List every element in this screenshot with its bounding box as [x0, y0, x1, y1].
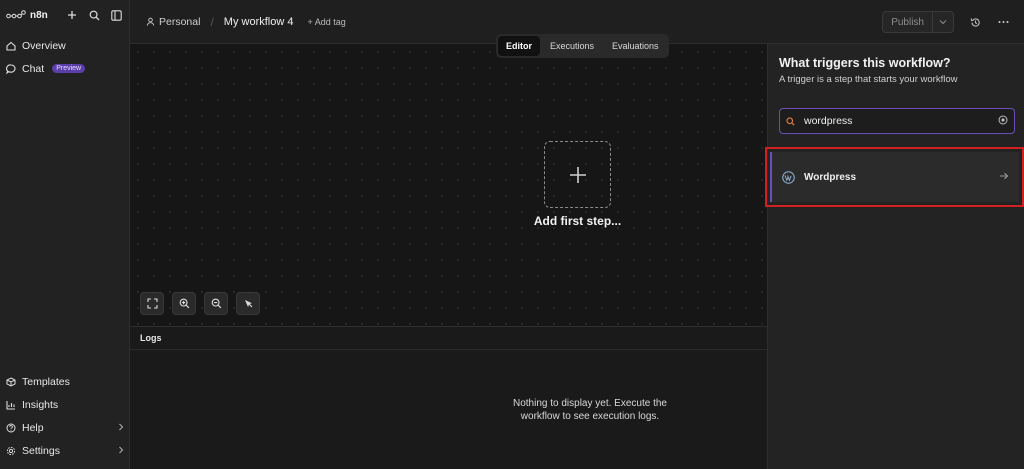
sidebar-item-label: Chat	[22, 62, 45, 75]
n8n-logo-icon	[6, 10, 26, 19]
sidebar-item-chat[interactable]: Chat Preview	[0, 57, 129, 80]
sidebar-header: n8n	[0, 0, 129, 30]
gear-icon	[6, 446, 16, 455]
home-icon	[6, 41, 16, 51]
result-label: Wordpress	[804, 171, 857, 183]
search-value: wordpress	[804, 115, 853, 127]
question-icon	[6, 423, 16, 432]
logs-panel: Logs Nothing to display yet. Execute the…	[130, 326, 767, 469]
breadcrumb-separator: /	[210, 14, 214, 29]
box-icon	[6, 376, 16, 387]
project-name: Personal	[159, 15, 201, 28]
plus-icon[interactable]	[65, 8, 79, 22]
arrow-right-icon	[999, 171, 1009, 183]
add-tag-button[interactable]: + Add tag	[307, 17, 345, 27]
more-options-icon[interactable]	[996, 15, 1010, 29]
publish-label: Publish	[891, 16, 924, 28]
sidebar-bottom: Templates Insights Help Settings	[0, 370, 130, 462]
panel-title: What triggers this workflow?	[779, 56, 951, 70]
panel-subtitle: A trigger is a step that starts your wor…	[779, 74, 958, 85]
tab-editor[interactable]: Editor	[498, 36, 540, 56]
sidebar: n8n Overview Chat Preview Templates Insi…	[0, 0, 130, 469]
search-icon[interactable]	[87, 8, 101, 22]
sidebar-item-settings[interactable]: Settings	[0, 439, 130, 462]
user-icon	[146, 17, 155, 26]
preview-badge: Preview	[52, 64, 86, 73]
clear-search-icon[interactable]	[998, 115, 1008, 128]
zoom-out-button[interactable]	[204, 292, 228, 315]
trigger-search-input[interactable]: wordpress	[779, 108, 1015, 134]
trigger-panel: What triggers this workflow? A trigger i…	[765, 44, 1024, 469]
wand-icon	[244, 300, 252, 308]
wordpress-icon	[782, 170, 795, 184]
result-highlight: Wordpress	[765, 147, 1024, 207]
chevron-right-icon	[118, 422, 124, 434]
sidebar-item-label: Help	[22, 421, 44, 434]
chevron-right-icon	[118, 445, 124, 457]
tab-executions[interactable]: Executions	[542, 36, 602, 56]
sidebar-toggle-icon[interactable]	[109, 8, 123, 22]
bar-chart-icon	[6, 400, 15, 410]
zoom-in-icon	[179, 298, 189, 309]
sidebar-item-insights[interactable]: Insights	[0, 393, 130, 416]
workflow-canvas[interactable]: Editor Executions Evaluations Add first …	[130, 34, 767, 326]
logo[interactable]: n8n	[6, 10, 48, 21]
publish-button[interactable]: Publish	[882, 11, 954, 33]
sidebar-item-overview[interactable]: Overview	[0, 34, 129, 57]
project-link[interactable]: Personal	[146, 16, 200, 28]
search-icon	[786, 116, 795, 126]
zoom-in-button[interactable]	[172, 292, 196, 315]
logs-title: Logs	[140, 333, 162, 343]
sidebar-item-help[interactable]: Help	[0, 416, 130, 439]
workflow-name[interactable]: My workflow 4	[224, 16, 294, 28]
fit-view-button[interactable]	[140, 292, 164, 315]
logs-header[interactable]: Logs	[130, 327, 767, 350]
add-first-step-button[interactable]	[544, 141, 611, 208]
view-tabs: Editor Executions Evaluations	[496, 34, 669, 58]
logs-empty-message: Nothing to display yet. Execute the work…	[490, 397, 690, 423]
trigger-result-item[interactable]: Wordpress	[770, 152, 1019, 202]
history-icon[interactable]	[968, 15, 982, 29]
logs-empty-line: workflow to see execution logs.	[520, 411, 660, 422]
zoom-out-icon	[211, 298, 221, 309]
header-actions: Publish	[882, 11, 1010, 33]
sidebar-item-label: Insights	[22, 398, 59, 411]
sidebar-item-templates[interactable]: Templates	[0, 370, 130, 393]
sidebar-item-label: Templates	[22, 375, 70, 388]
canvas-controls	[140, 292, 260, 315]
sidebar-item-label: Overview	[22, 39, 66, 52]
sidebar-item-label: Settings	[22, 444, 60, 457]
add-first-step-label: Add first step...	[533, 214, 622, 228]
breadcrumb: Personal / My workflow 4	[146, 15, 293, 29]
tidy-up-button[interactable]	[236, 292, 260, 315]
logs-empty-line: Nothing to display yet. Execute the	[513, 398, 667, 409]
plus-icon	[569, 166, 586, 183]
fullscreen-icon	[146, 298, 158, 309]
tab-evaluations[interactable]: Evaluations	[604, 36, 667, 56]
chevron-down-icon[interactable]	[932, 12, 953, 32]
chat-bubble-icon	[6, 63, 16, 74]
app-name: n8n	[30, 9, 48, 21]
